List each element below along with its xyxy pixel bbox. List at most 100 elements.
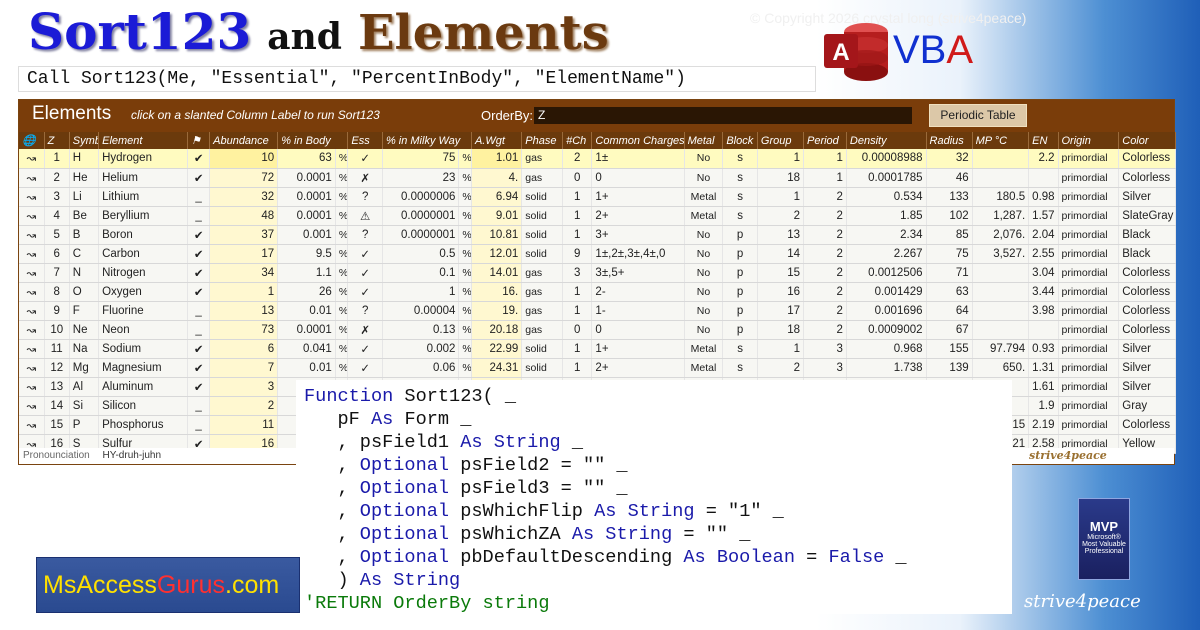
cell-en: 2.2 bbox=[1028, 149, 1059, 169]
table-row[interactable]: ↝ 9 F Fluorine _ 13 0.01%? 0.00004% 19. gas 1 1- No p… bbox=[19, 301, 1176, 321]
flag-column-icon[interactable]: ⚑ bbox=[187, 132, 211, 149]
table-row[interactable]: ↝ 8 O Oxygen ✔ 1 26% ✓ 1% 16. gas 1 2- No p 16 2 0.001429… bbox=[19, 282, 1176, 302]
cell-flag[interactable]: _ bbox=[187, 301, 211, 321]
cell-flag[interactable]: ✔ bbox=[187, 339, 211, 359]
code-keyword: Optional bbox=[359, 455, 450, 476]
column-label-density[interactable]: Density bbox=[846, 132, 927, 149]
code-text: psWhichFlip bbox=[449, 501, 595, 522]
column-label-percent-in-body[interactable]: % in Body bbox=[277, 132, 349, 149]
column-label-common-charges[interactable]: Common Charges bbox=[591, 132, 685, 149]
column-label-period[interactable]: Period bbox=[803, 132, 847, 149]
logo-part: Gurus bbox=[156, 570, 225, 599]
record-selector-icon[interactable]: ↝ bbox=[19, 244, 45, 264]
column-label-color[interactable]: Color bbox=[1118, 132, 1176, 149]
cell-origin: primordial bbox=[1058, 396, 1120, 416]
column-label-metal[interactable]: Metal bbox=[684, 132, 724, 149]
table-row[interactable]: ↝ 10 Ne Neon _ 73 0.0001% ✗ 0.13% 20.18 gas 0 0 No p 18… bbox=[19, 320, 1176, 340]
record-selector-icon[interactable]: ↝ bbox=[19, 320, 45, 340]
column-label-percent-milky-way[interactable]: % in Milky Way bbox=[382, 132, 472, 149]
column-label-abundance[interactable]: Abundance bbox=[209, 132, 279, 149]
cell-flag[interactable]: _ bbox=[187, 187, 211, 207]
column-label-mp[interactable]: MP °C bbox=[972, 132, 1030, 149]
cell-phase: gas bbox=[521, 263, 564, 283]
percent-sign: % bbox=[335, 187, 349, 207]
column-label-phase[interactable]: Phase bbox=[521, 132, 564, 149]
cell-en: 1.9 bbox=[1028, 396, 1059, 416]
cell-mp: 97.794 bbox=[972, 339, 1030, 359]
cell-flag[interactable]: ✔ bbox=[187, 149, 211, 169]
cell-flag[interactable]: ✔ bbox=[187, 168, 211, 188]
periodic-table-button[interactable]: Periodic Table bbox=[929, 104, 1027, 127]
record-selector-icon[interactable]: ↝ bbox=[19, 187, 45, 207]
column-label-element[interactable]: Element bbox=[98, 132, 189, 149]
column-label-awgt[interactable]: A.Wgt bbox=[471, 132, 523, 149]
cell-name: Phosphorus bbox=[98, 415, 189, 435]
cell-charges: 0 bbox=[591, 320, 685, 340]
code-text: psWhichZA bbox=[449, 524, 572, 545]
cell-flag[interactable]: ✔ bbox=[187, 282, 211, 302]
table-row[interactable]: ↝ 3 Li Lithium _ 32 0.0001%? 0.0000006% 6.94 soli… bbox=[19, 187, 1176, 207]
cell-flag[interactable]: ✔ bbox=[187, 225, 211, 245]
record-selector-icon[interactable]: ↝ bbox=[19, 225, 45, 245]
orderby-field[interactable]: Z bbox=[534, 107, 912, 124]
cell-ch: 2 bbox=[562, 149, 593, 169]
cell-abund: 17 bbox=[209, 244, 279, 264]
code-text: , bbox=[304, 547, 360, 568]
percent-sign: % bbox=[335, 225, 349, 245]
cell-phase: gas bbox=[521, 282, 564, 302]
column-label-z[interactable]: Z bbox=[44, 132, 70, 149]
table-row[interactable]: ↝ 7 N Nitrogen ✔ 34 1.1% ✓ 0.1% 14.01 gas 3 3±,5+ No p… bbox=[19, 263, 1176, 283]
cell-en bbox=[1028, 168, 1059, 188]
percent-sign: % bbox=[335, 206, 349, 226]
table-row[interactable]: ↝ 2 He Helium ✔ 72 0.0001% ✗ 23% 4. gas 0 0 No s 18 1 0.0… bbox=[19, 168, 1176, 188]
cell-flag[interactable]: ✔ bbox=[187, 358, 211, 378]
column-label-symb[interactable]: Symb bbox=[69, 132, 100, 149]
table-row[interactable]: ↝ 6 C Carbon ✔ 17 9.5% ✓ 0.5% 12.01 solid 9 1±,2±,3±… bbox=[19, 244, 1176, 264]
cell-flag[interactable]: _ bbox=[187, 396, 211, 416]
record-selector-icon[interactable]: ↝ bbox=[19, 282, 45, 302]
cell-flag[interactable]: _ bbox=[187, 415, 211, 435]
record-selector-icon[interactable]: ↝ bbox=[19, 396, 45, 416]
column-label-en[interactable]: EN bbox=[1028, 132, 1059, 149]
record-selector-icon[interactable]: ↝ bbox=[19, 377, 45, 397]
cell-mw: 1 bbox=[382, 282, 460, 302]
percent-sign: % bbox=[335, 339, 349, 359]
record-selector-icon[interactable]: ↝ bbox=[19, 206, 45, 226]
cell-ess: ? bbox=[347, 187, 383, 207]
table-row[interactable]: ↝ 1 H Hydrogen ✔ 10 63% ✓ 75% 1.01 gas 2 1± No s 1 1 0.00… bbox=[19, 149, 1176, 169]
record-selector-icon[interactable]: ↝ bbox=[19, 263, 45, 283]
table-row[interactable]: ↝ 11 Na Sodium ✔ 6 0.041% ✓ 0.002% 22.99 solid 1 1+ M… bbox=[19, 339, 1176, 359]
cell-flag[interactable]: ✔ bbox=[187, 377, 211, 397]
cell-charges: 3+ bbox=[591, 225, 685, 245]
cell-flag[interactable]: _ bbox=[187, 206, 211, 226]
code-keyword: Function bbox=[304, 386, 394, 407]
cell-sym: P bbox=[69, 415, 100, 435]
cell-flag[interactable]: ✔ bbox=[187, 263, 211, 283]
record-selector-icon[interactable]: ↝ bbox=[19, 301, 45, 321]
table-row[interactable]: ↝ 5 B Boron ✔ 37 0.001%? 0.0000001% 10.81 solid 1 3… bbox=[19, 225, 1176, 245]
column-label-block[interactable]: Block bbox=[722, 132, 758, 149]
column-label-origin[interactable]: Origin bbox=[1058, 132, 1120, 149]
column-label-charges-count[interactable]: #Ch bbox=[562, 132, 593, 149]
record-selector-icon[interactable]: ↝ bbox=[19, 149, 45, 169]
cell-mw: 0.13 bbox=[382, 320, 460, 340]
table-row[interactable]: ↝ 4 Be Beryllium _ 48 0.0001% ⚠ 0.0000001% 9.01 so… bbox=[19, 206, 1176, 226]
column-label-radius[interactable]: Radius bbox=[926, 132, 973, 149]
cell-color: Colorless bbox=[1118, 320, 1176, 340]
table-row[interactable]: ↝ 12 Mg Magnesium ✔ 7 0.01% ✓ 0.06% 24.31 solid 1 2+… bbox=[19, 358, 1176, 378]
title-and: and bbox=[267, 16, 342, 58]
cell-flag[interactable]: _ bbox=[187, 320, 211, 340]
cell-abund: 2 bbox=[209, 396, 279, 416]
cell-abund: 48 bbox=[209, 206, 279, 226]
column-label-ess[interactable]: Ess bbox=[347, 132, 383, 149]
percent-sign: % bbox=[458, 225, 472, 245]
record-selector-icon[interactable]: ↝ bbox=[19, 358, 45, 378]
record-selector-icon[interactable]: ↝ bbox=[19, 339, 45, 359]
column-label-group[interactable]: Group bbox=[757, 132, 804, 149]
cell-name: Carbon bbox=[98, 244, 189, 264]
cell-block: s bbox=[722, 339, 758, 359]
record-selector-icon[interactable]: ↝ bbox=[19, 168, 45, 188]
code-comment: 'RETURN OrderBy string bbox=[304, 593, 550, 614]
record-selector-icon[interactable]: ↝ bbox=[19, 415, 45, 435]
cell-flag[interactable]: ✔ bbox=[187, 244, 211, 264]
